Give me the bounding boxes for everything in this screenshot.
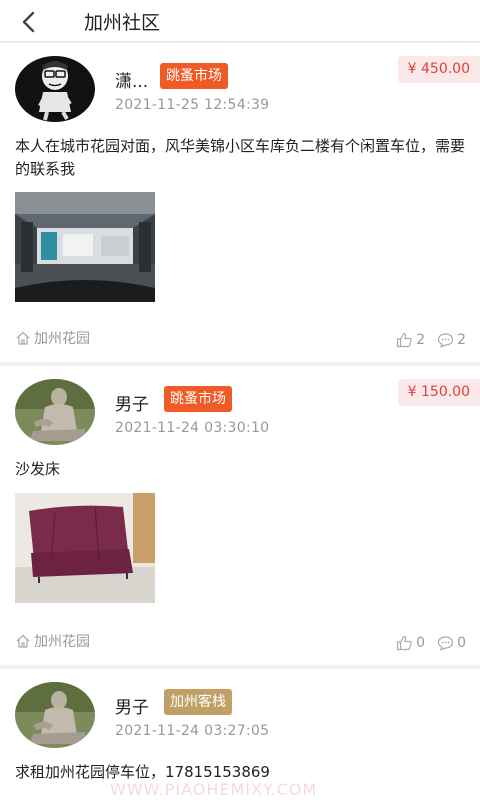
location-label: 加州花园 bbox=[34, 634, 90, 650]
like-count: 2 bbox=[416, 332, 426, 348]
post-photo-sofa[interactable] bbox=[15, 493, 155, 603]
app-header: 加州社区 bbox=[0, 0, 480, 42]
post-stats: 2 2 bbox=[388, 332, 466, 348]
avatar[interactable] bbox=[15, 379, 95, 445]
location-link[interactable]: 加州花园 bbox=[15, 328, 90, 348]
like-count: 0 bbox=[416, 635, 426, 651]
category-tag[interactable]: 跳蚤市场 bbox=[164, 386, 232, 412]
watermark: WWW.PIAOHEMIXY.COM bbox=[110, 780, 318, 799]
category-tag[interactable]: 加州客栈 bbox=[164, 689, 232, 715]
post-time: 2021-11-25 12:54:39 bbox=[115, 97, 270, 113]
like-button[interactable]: 0 bbox=[396, 635, 425, 651]
comment-button[interactable]: 0 bbox=[437, 635, 466, 651]
username[interactable]: 男子 bbox=[115, 390, 149, 415]
post-content: 沙发床 bbox=[15, 460, 61, 478]
post-content: 本人在城市花园对面，风华美锦小区车库负二楼有个闲置车位，需要的联系我 bbox=[15, 137, 466, 178]
post-time: 2021-11-24 03:30:10 bbox=[115, 420, 270, 436]
comment-icon bbox=[437, 333, 454, 348]
comment-count: 2 bbox=[457, 332, 466, 348]
page-title: 加州社区 bbox=[84, 12, 161, 34]
username[interactable]: 潇... bbox=[115, 67, 148, 92]
location-label: 加州花园 bbox=[34, 331, 90, 347]
avatar[interactable] bbox=[15, 682, 95, 748]
like-button[interactable]: 2 bbox=[396, 332, 425, 348]
home-icon bbox=[16, 634, 30, 648]
back-arrow-icon[interactable] bbox=[16, 8, 44, 36]
thumbs-up-icon bbox=[397, 332, 412, 348]
thumbs-up-icon bbox=[397, 635, 412, 651]
comment-button[interactable]: 2 bbox=[437, 332, 466, 348]
post-stats: 0 0 bbox=[388, 635, 466, 651]
category-tag[interactable]: 跳蚤市场 bbox=[160, 63, 228, 89]
post-photo-garage[interactable] bbox=[15, 192, 155, 302]
home-icon bbox=[16, 331, 30, 345]
location-link[interactable]: 加州花园 bbox=[15, 631, 90, 651]
avatar[interactable] bbox=[15, 56, 95, 122]
username[interactable]: 男子 bbox=[115, 693, 149, 718]
post-time: 2021-11-24 03:27:05 bbox=[115, 723, 270, 739]
price-badge: ¥ 450.00 bbox=[397, 56, 480, 83]
post-card[interactable]: 男子 加州客栈 2021-11-24 03:27:05 求租加州花园停车位，17… bbox=[0, 669, 480, 800]
post-card[interactable]: 潇... 跳蚤市场 2021-11-25 12:54:39 ¥ 450.00 本… bbox=[0, 43, 480, 362]
price-badge: ¥ 150.00 bbox=[397, 379, 480, 406]
post-card[interactable]: 男子 跳蚤市场 2021-11-24 03:30:10 ¥ 150.00 沙发床… bbox=[0, 366, 480, 665]
comment-icon bbox=[437, 636, 454, 651]
comment-count: 0 bbox=[457, 635, 466, 651]
post-feed[interactable]: 潇... 跳蚤市场 2021-11-25 12:54:39 ¥ 450.00 本… bbox=[0, 43, 480, 800]
